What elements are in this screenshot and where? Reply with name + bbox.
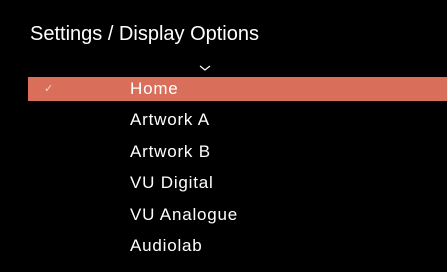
menu-item-label: VU Digital	[130, 173, 214, 193]
menu-item-vu-digital[interactable]: VU Digital	[0, 171, 447, 195]
menu-item-label: Artwork B	[130, 141, 211, 161]
checkmark-icon: ✓	[44, 83, 54, 95]
menu-item-artwork-a[interactable]: Artwork A	[0, 108, 447, 132]
chevron-up-icon[interactable]	[198, 64, 212, 72]
page-title: Settings / Display Options	[30, 23, 259, 45]
menu-item-vu-analogue[interactable]: VU Analogue	[0, 203, 447, 227]
menu-item-home[interactable]: ✓ Home	[28, 77, 447, 101]
menu-item-label: VU Analogue	[130, 204, 239, 224]
menu-item-label: Home	[130, 79, 179, 98]
menu-item-artwork-b[interactable]: Artwork B	[0, 140, 447, 164]
display-options-menu: ✓ Home Artwork A Artwork B VU Digital VU…	[0, 77, 447, 265]
menu-item-label: Audiolab	[130, 235, 203, 255]
menu-item-audiolab[interactable]: Audiolab	[0, 234, 447, 258]
menu-item-label: Artwork A	[130, 110, 210, 130]
display-screen: Settings / Display Options ✓ Home Artwor…	[0, 0, 447, 272]
